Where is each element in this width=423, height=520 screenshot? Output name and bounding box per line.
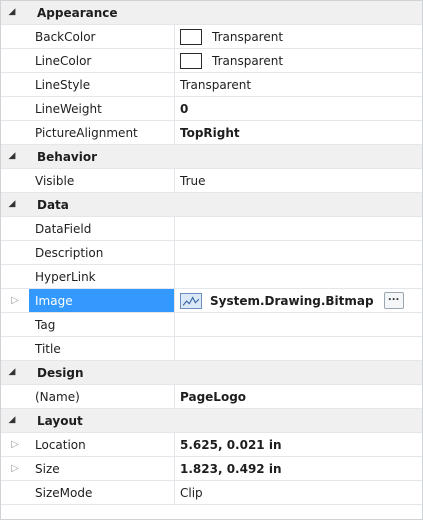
category-label: Design — [37, 365, 84, 380]
property-name: Visible — [29, 169, 175, 192]
expand-triangle-icon[interactable]: ▷ — [11, 463, 19, 474]
property-row-name[interactable]: (Name) PageLogo — [1, 385, 422, 409]
category-label: Data — [37, 197, 69, 212]
property-value[interactable]: 1.823, 0.492 in — [175, 457, 422, 480]
property-row-datafield[interactable]: DataField — [1, 217, 422, 241]
property-name: Image — [29, 289, 175, 312]
property-row-picturealignment[interactable]: PictureAlignment TopRight — [1, 121, 422, 145]
color-swatch-icon — [180, 28, 202, 45]
property-name: PictureAlignment — [29, 121, 175, 144]
collapse-triangle-icon[interactable]: ◢ — [1, 199, 23, 209]
property-value[interactable] — [175, 313, 422, 336]
property-row-title[interactable]: Title — [1, 337, 422, 361]
expand-triangle-icon[interactable]: ▷ — [11, 295, 19, 306]
property-name: LineStyle — [29, 73, 175, 96]
property-name: Size — [29, 457, 175, 480]
property-row-linecolor[interactable]: LineColor Transparent — [1, 49, 422, 73]
category-appearance[interactable]: ◢ Appearance — [1, 1, 422, 25]
category-design[interactable]: ◢ Design — [1, 361, 422, 385]
property-value[interactable]: TopRight — [175, 121, 422, 144]
property-value[interactable]: 0 — [175, 97, 422, 120]
property-name: LineWeight — [29, 97, 175, 120]
ellipsis-button[interactable]: ... — [383, 292, 404, 309]
property-name: SizeMode — [29, 481, 175, 504]
collapse-triangle-icon[interactable]: ◢ — [1, 415, 23, 425]
property-value[interactable] — [175, 337, 422, 360]
property-name: Title — [29, 337, 175, 360]
property-row-description[interactable]: Description — [1, 241, 422, 265]
property-value[interactable]: Clip — [175, 481, 422, 504]
category-data[interactable]: ◢ Data — [1, 193, 422, 217]
property-value[interactable]: Transparent — [175, 73, 422, 96]
property-name: Location — [29, 433, 175, 456]
property-row-lineweight[interactable]: LineWeight 0 — [1, 97, 422, 121]
property-value[interactable] — [175, 217, 422, 240]
category-behavior[interactable]: ◢ Behavior — [1, 145, 422, 169]
property-name: DataField — [29, 217, 175, 240]
property-value[interactable]: PageLogo — [175, 385, 422, 408]
property-name: Description — [29, 241, 175, 264]
expand-triangle-icon[interactable]: ▷ — [11, 439, 19, 450]
property-grid: ◢ Appearance BackColor Transparent LineC… — [0, 0, 423, 520]
property-value[interactable]: Transparent — [175, 25, 422, 48]
property-row-tag[interactable]: Tag — [1, 313, 422, 337]
collapse-triangle-icon[interactable]: ◢ — [1, 367, 23, 377]
property-value[interactable] — [175, 265, 422, 288]
property-value[interactable]: System.Drawing.Bitmap ... — [175, 289, 422, 312]
category-label: Appearance — [37, 5, 118, 20]
category-layout[interactable]: ◢ Layout — [1, 409, 422, 433]
property-row-sizemode[interactable]: SizeMode Clip — [1, 481, 422, 505]
property-name: HyperLink — [29, 265, 175, 288]
property-value[interactable]: Transparent — [175, 49, 422, 72]
property-name: (Name) — [29, 385, 175, 408]
bitmap-thumbnail-icon — [180, 292, 202, 309]
property-value[interactable]: 5.625, 0.021 in — [175, 433, 422, 456]
property-value[interactable] — [175, 241, 422, 264]
property-row-size[interactable]: ▷ Size 1.823, 0.492 in — [1, 457, 422, 481]
collapse-triangle-icon[interactable]: ◢ — [1, 151, 23, 161]
category-label: Layout — [37, 413, 83, 428]
property-row-hyperlink[interactable]: HyperLink — [1, 265, 422, 289]
color-swatch-icon — [180, 52, 202, 69]
property-row-image[interactable]: ▷ Image System.Drawing.Bitmap ... — [1, 289, 422, 313]
property-row-backcolor[interactable]: BackColor Transparent — [1, 25, 422, 49]
property-row-location[interactable]: ▷ Location 5.625, 0.021 in — [1, 433, 422, 457]
property-value[interactable]: True — [175, 169, 422, 192]
property-name: LineColor — [29, 49, 175, 72]
property-name: BackColor — [29, 25, 175, 48]
property-row-linestyle[interactable]: LineStyle Transparent — [1, 73, 422, 97]
property-row-visible[interactable]: Visible True — [1, 169, 422, 193]
collapse-triangle-icon[interactable]: ◢ — [1, 7, 23, 17]
property-name: Tag — [29, 313, 175, 336]
category-label: Behavior — [37, 149, 98, 164]
